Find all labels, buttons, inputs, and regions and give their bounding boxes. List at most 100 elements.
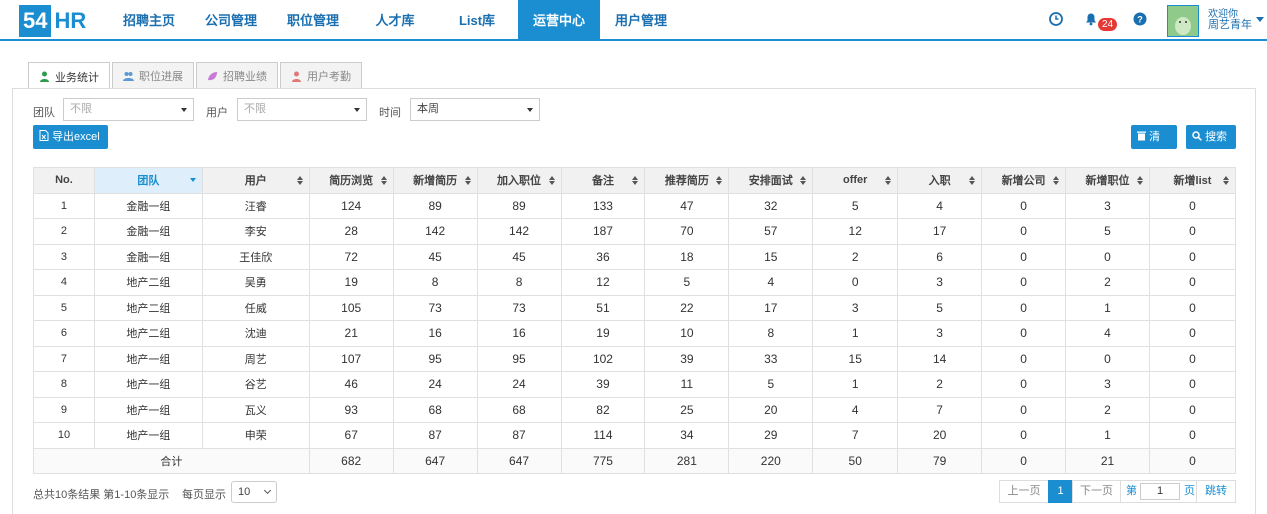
table-row[interactable]: 10 地产一组 申荣 67 87 87 114 34 29 7 20 0 1 0 xyxy=(33,422,1237,449)
total-new-positions: 21 xyxy=(1065,447,1150,474)
logo[interactable]: 54 HR xyxy=(19,5,86,37)
col-header-resume-views[interactable]: 简历浏览 xyxy=(308,167,394,194)
tab-business-stats[interactable]: 业务统计 xyxy=(28,62,110,90)
col-header-new-list[interactable]: 新增list xyxy=(1148,167,1237,194)
per-page-select[interactable]: 10 xyxy=(231,481,277,503)
cell-offer: 1 xyxy=(812,320,899,347)
cell-notes: 36 xyxy=(560,243,646,270)
cell-interviews: 29 xyxy=(728,422,814,449)
table-row[interactable]: 7 地产一组 周艺 107 95 95 102 39 33 15 14 0 0 0 xyxy=(33,345,1237,372)
page-number-input[interactable]: 1 xyxy=(1140,483,1180,500)
col-header-new-resumes[interactable]: 新增简历 xyxy=(392,167,478,194)
tab-position-progress[interactable]: 职位进展 xyxy=(112,62,194,89)
cell-new-resumes: 24 xyxy=(392,371,478,398)
nav-item-list[interactable]: List库 xyxy=(436,0,518,39)
cell-interviews: 17 xyxy=(728,294,814,321)
col-header-notes[interactable]: 备注 xyxy=(560,167,646,194)
cell-new-list: 0 xyxy=(1148,320,1237,347)
cell-new-list: 0 xyxy=(1148,294,1237,321)
cell-user: 吴勇 xyxy=(201,269,310,296)
search-button[interactable]: 搜索 xyxy=(1186,125,1236,149)
col-header-new-companies[interactable]: 新增公司 xyxy=(981,167,1067,194)
bell-icon[interactable] xyxy=(1084,12,1098,26)
jump-button[interactable]: 跳转 xyxy=(1196,480,1236,503)
nav-item-operations[interactable]: 运营中心 xyxy=(518,0,600,39)
nav-item-company[interactable]: 公司管理 xyxy=(190,0,272,39)
cell-new-companies: 0 xyxy=(981,345,1067,372)
total-notes: 775 xyxy=(560,447,646,474)
svg-text:?: ? xyxy=(1137,15,1143,25)
tab-recruit-performance[interactable]: 招聘业绩 xyxy=(196,62,278,89)
cell-offer: 7 xyxy=(812,422,899,449)
col-header-interviews[interactable]: 安排面试 xyxy=(728,167,814,194)
prev-page-button[interactable]: 上一页 xyxy=(999,480,1049,503)
nav-item-position[interactable]: 职位管理 xyxy=(272,0,354,39)
table-row[interactable]: 3 金融一组 王佳欣 72 45 45 36 18 15 2 6 0 0 0 xyxy=(33,243,1237,270)
cell-new-resumes: 73 xyxy=(392,294,478,321)
cell-recommended: 18 xyxy=(644,243,730,270)
cell-notes: 51 xyxy=(560,294,646,321)
cell-joined-positions: 142 xyxy=(476,218,562,245)
table-row[interactable]: 4 地产二组 吴勇 19 8 8 12 5 4 0 3 0 2 0 xyxy=(33,269,1237,296)
cell-team: 金融一组 xyxy=(93,243,203,270)
table-row[interactable]: 6 地产二组 沈迪 21 16 16 19 10 8 1 3 0 4 0 xyxy=(33,320,1237,347)
clear-button[interactable]: 清空 xyxy=(1131,125,1177,167)
table-row[interactable]: 9 地产一组 瓦义 93 68 68 82 25 20 4 7 0 2 0 xyxy=(33,396,1237,423)
top-navbar: 54 HR 招聘主页 公司管理 职位管理 人才库 List库 运营中心 用户管理… xyxy=(0,0,1267,41)
tab-user-attendance[interactable]: 用户考勤 xyxy=(280,62,362,89)
cell-new-positions: 0 xyxy=(1065,345,1150,372)
table-row[interactable]: 1 金融一组 汪睿 124 89 89 133 47 32 5 4 0 3 0 xyxy=(33,192,1237,219)
cell-new-companies: 0 xyxy=(981,243,1067,270)
cell-new-list: 0 xyxy=(1148,218,1237,245)
cell-interviews: 5 xyxy=(728,371,814,398)
team-select[interactable]: 不限 xyxy=(63,98,194,121)
cell-team: 地产一组 xyxy=(93,371,203,398)
col-header-recommended[interactable]: 推荐简历 xyxy=(644,167,730,194)
col-header-user[interactable]: 用户 xyxy=(201,167,310,194)
col-header-offer[interactable]: offer xyxy=(812,167,899,194)
logo-number: 54 xyxy=(19,5,52,37)
cell-new-resumes: 87 xyxy=(392,422,478,449)
cell-new-list: 0 xyxy=(1148,192,1237,219)
users-icon xyxy=(123,71,134,81)
cell-resume-views: 67 xyxy=(308,422,394,449)
col-header-new-positions[interactable]: 新增职位 xyxy=(1065,167,1150,194)
cell-joined-positions: 73 xyxy=(476,294,562,321)
table-header-row: No. 团队 用户 简历浏览 新增简历 加入职位 备注 推荐简历 安排面试 of… xyxy=(33,167,1237,194)
cell-resume-views: 21 xyxy=(308,320,394,347)
export-label: 导出excel xyxy=(52,131,100,143)
cell-team: 地产二组 xyxy=(93,269,203,296)
col-header-joined-positions[interactable]: 加入职位 xyxy=(476,167,562,194)
table-row[interactable]: 2 金融一组 李安 28 142 142 187 70 57 12 17 0 5 0 xyxy=(33,218,1237,245)
cell-user: 申荣 xyxy=(201,422,310,449)
clock-icon[interactable] xyxy=(1049,12,1063,26)
cell-notes: 187 xyxy=(560,218,646,245)
chevron-down-icon[interactable] xyxy=(1256,17,1264,22)
next-page-button[interactable]: 下一页 xyxy=(1072,480,1121,503)
page-1-button[interactable]: 1 xyxy=(1048,480,1073,503)
cell-joined-positions: 89 xyxy=(476,192,562,219)
nav-item-recruit-home[interactable]: 招聘主页 xyxy=(108,0,190,39)
cell-recommended: 70 xyxy=(644,218,730,245)
table-row[interactable]: 5 地产二组 任威 105 73 73 51 22 17 3 5 0 1 0 xyxy=(33,294,1237,321)
total-new-companies: 0 xyxy=(981,447,1067,474)
nav-item-talent[interactable]: 人才库 xyxy=(354,0,436,39)
user-select[interactable]: 不限 xyxy=(237,98,367,121)
col-header-onboard[interactable]: 入职 xyxy=(897,167,983,194)
cell-new-list: 0 xyxy=(1148,243,1237,270)
avatar[interactable] xyxy=(1167,5,1199,37)
cell-new-list: 0 xyxy=(1148,269,1237,296)
cell-new-resumes: 8 xyxy=(392,269,478,296)
col-header-team[interactable]: 团队 xyxy=(93,167,203,194)
nav-item-users[interactable]: 用户管理 xyxy=(600,0,682,39)
table-row[interactable]: 8 地产一组 谷艺 46 24 24 39 11 5 1 2 0 3 0 xyxy=(33,371,1237,398)
chevron-down-icon xyxy=(263,486,272,495)
help-icon[interactable]: ? xyxy=(1133,12,1147,26)
time-select[interactable]: 本周 xyxy=(410,98,540,121)
cell-offer: 1 xyxy=(812,371,899,398)
stats-tabs: 业务统计 职位进展 招聘业绩 用户考勤 xyxy=(28,62,364,90)
cell-team: 地产一组 xyxy=(93,345,203,372)
cell-user: 瓦义 xyxy=(201,396,310,423)
export-excel-button[interactable]: 导出excel xyxy=(33,125,108,149)
welcome-text[interactable]: 欢迎你 周艺青年 xyxy=(1208,9,1252,31)
